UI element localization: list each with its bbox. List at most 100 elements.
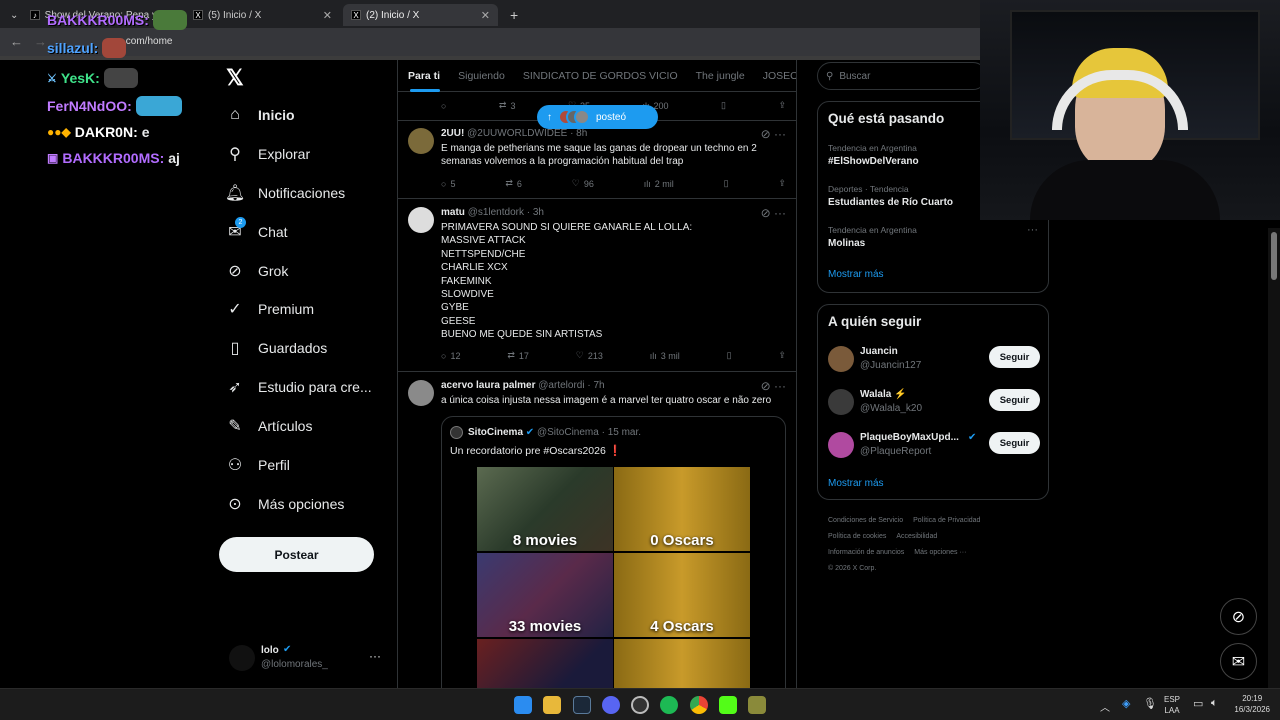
more-dots-icon[interactable]: ⊘ ··· <box>761 379 786 393</box>
share-icon[interactable]: ⇪ <box>778 100 786 111</box>
follow-name: Walala ⚡ <box>860 389 907 400</box>
more-dots-icon[interactable]: ⊘ ··· <box>761 206 786 220</box>
trend-name[interactable]: Molinas <box>828 238 865 249</box>
nav-item-premium[interactable]: ✓ Premium <box>226 300 314 318</box>
like-button[interactable]: ♡ 96 <box>572 178 594 189</box>
avatar[interactable] <box>828 432 854 458</box>
avatar[interactable] <box>408 380 434 406</box>
nav-item-inicio[interactable]: ⌂ Inicio <box>226 106 294 124</box>
like-button[interactable]: ♡ 213 <box>576 350 603 361</box>
avatar[interactable] <box>408 128 434 154</box>
reply-button[interactable]: ○ 5 <box>441 178 455 189</box>
volume-icon[interactable]: 🔈︎ <box>1211 697 1218 710</box>
browser-tab-active[interactable]: X (2) Inicio / X ✕ <box>343 4 498 26</box>
new-tab-button[interactable]: + <box>502 4 522 26</box>
show-more-link[interactable]: Mostrar más <box>828 478 884 489</box>
close-tab-icon[interactable]: ✕ <box>323 9 332 22</box>
grok-float-button[interactable]: ⊘ <box>1220 598 1257 635</box>
follow-button[interactable]: Seguir <box>989 346 1040 368</box>
show-more-link[interactable]: Mostrar más <box>828 269 884 280</box>
nav-item-estudio[interactable]: ➶ Estudio para cre... <box>226 378 371 396</box>
bookmark-icon[interactable]: ▯ <box>721 100 726 111</box>
post-button[interactable]: Postear <box>219 537 374 572</box>
scrollbar[interactable] <box>1268 228 1280 688</box>
nav-item-grok[interactable]: ⊘ Grok <box>226 262 288 280</box>
author-name[interactable]: acervo laura palmer <box>441 380 536 391</box>
views-button[interactable]: ılı 2 mil <box>644 178 674 189</box>
nav-item-perfil[interactable]: ⚇ Perfil <box>226 456 290 474</box>
language-indicator[interactable]: ESP LAA <box>1164 694 1180 716</box>
defender-icon[interactable]: ◈ <box>1122 697 1130 710</box>
kick-icon[interactable] <box>719 696 737 714</box>
network-icon[interactable]: ▭ <box>1193 697 1203 710</box>
mic-icon[interactable]: 🎙︎ <box>1143 697 1157 710</box>
tweet[interactable]: matu @s1lentdork · 3h ⊘ ··· PRIMAVERA SO… <box>398 200 796 372</box>
tray-chevron-icon[interactable]: ︿ <box>1100 699 1110 714</box>
nav-item-mas-opciones[interactable]: ⊙ Más opciones <box>226 495 344 513</box>
nav-item-articulos[interactable]: ✎ Artículos <box>226 417 312 435</box>
repost-button[interactable]: ⇄ 6 <box>505 178 522 189</box>
browser-tab[interactable]: X (5) Inicio / X ✕ <box>185 4 340 26</box>
spotify-icon[interactable] <box>660 696 678 714</box>
more-dots-icon[interactable]: ··· <box>369 649 381 663</box>
nav-item-chat[interactable]: ✉ 2 Chat <box>226 217 288 241</box>
bookmark-icon[interactable]: ▯ <box>724 178 729 189</box>
trend-name[interactable]: #ElShowDelVerano <box>828 156 919 167</box>
avatar[interactable] <box>828 389 854 415</box>
more-dots-icon[interactable]: ··· <box>1027 224 1038 236</box>
nav-item-notificaciones[interactable]: 🔔︎ Notificaciones <box>225 184 345 202</box>
bookmark-icon[interactable]: ▯ <box>727 350 732 361</box>
forward-icon[interactable]: → <box>34 34 47 49</box>
discord-icon[interactable] <box>602 696 620 714</box>
tab-list[interactable]: The jungle <box>696 70 745 82</box>
repost-button[interactable]: ⇄ 17 <box>507 350 529 361</box>
avatar[interactable] <box>828 346 854 372</box>
footer-link[interactable]: Condiciones de Servicio <box>828 517 903 524</box>
footer-link[interactable]: Accesibilidad <box>896 533 937 540</box>
quoted-tweet[interactable]: SitoCinema ✔ @SitoCinema · 15 mar. Un re… <box>441 416 786 688</box>
account-switcher[interactable]: lolo ✔ @lolomorales_ ··· <box>229 643 384 673</box>
tweet[interactable]: 2UU! @2UUWORLDWIDEE · 8h ⊘ ··· E manga d… <box>398 121 796 199</box>
follow-suggestion[interactable]: Juancin @Juancin127 Seguir <box>828 346 1040 376</box>
app-icon[interactable] <box>748 696 766 714</box>
messages-float-button[interactable]: ✉ <box>1220 643 1257 680</box>
new-posts-pill[interactable]: ↑ posteó <box>537 105 658 129</box>
follow-suggestion[interactable]: PlaqueBoyMaxUpd... ✔ @PlaqueReport Segui… <box>828 432 1040 462</box>
back-icon[interactable]: ← <box>10 34 23 49</box>
scrollbar-thumb[interactable] <box>1271 232 1277 280</box>
tab-list-button[interactable]: ⌄ <box>2 4 20 26</box>
follow-button[interactable]: Seguir <box>989 389 1040 411</box>
author-name[interactable]: 2UU! <box>441 128 464 139</box>
nav-item-guardados[interactable]: ▯ Guardados <box>226 339 328 357</box>
x-logo-icon[interactable]: 𝕏 <box>226 65 244 91</box>
close-tab-icon[interactable]: ✕ <box>481 9 490 22</box>
views-button[interactable]: ılı 3 mil <box>650 350 680 361</box>
obs-icon[interactable] <box>631 696 649 714</box>
footer-link[interactable]: Más opciones ··· <box>914 549 966 556</box>
footer-link[interactable]: Política de cookies <box>828 533 886 540</box>
repost-button[interactable]: ⇄ 3 <box>499 100 516 111</box>
more-dots-icon[interactable]: ⊘ ··· <box>761 127 786 141</box>
tab-para-ti[interactable]: Para ti <box>408 70 440 82</box>
trend-name[interactable]: Estudiantes de Río Cuarto <box>828 197 953 208</box>
search-input[interactable]: ⚲ Buscar <box>817 62 987 90</box>
tab-siguiendo[interactable]: Siguiendo <box>458 70 505 82</box>
footer-link[interactable]: Información de anuncios <box>828 549 904 556</box>
share-icon[interactable]: ⇪ <box>778 350 786 361</box>
reply-icon[interactable]: ○ <box>441 100 446 111</box>
clock[interactable]: 20:19 16/3/2026 <box>1234 693 1270 715</box>
tab-list[interactable]: JOSEO <box>763 70 796 82</box>
windows-start-icon[interactable] <box>514 696 532 714</box>
steam-icon[interactable] <box>573 696 591 714</box>
file-explorer-icon[interactable] <box>543 696 561 714</box>
reply-button[interactable]: ○ 12 <box>441 350 460 361</box>
follow-suggestion[interactable]: Walala ⚡ @Walala_k20 Seguir <box>828 389 1040 419</box>
author-name[interactable]: matu <box>441 207 465 218</box>
follow-button[interactable]: Seguir <box>989 432 1040 454</box>
footer-link[interactable]: Política de Privacidad <box>913 517 980 524</box>
avatar[interactable] <box>408 207 434 233</box>
tab-list[interactable]: SINDICATO DE GORDOS VICIO <box>523 70 678 82</box>
share-icon[interactable]: ⇪ <box>778 178 786 189</box>
chrome-icon[interactable] <box>690 696 708 714</box>
nav-item-explorar[interactable]: ⚲ Explorar <box>226 145 310 163</box>
